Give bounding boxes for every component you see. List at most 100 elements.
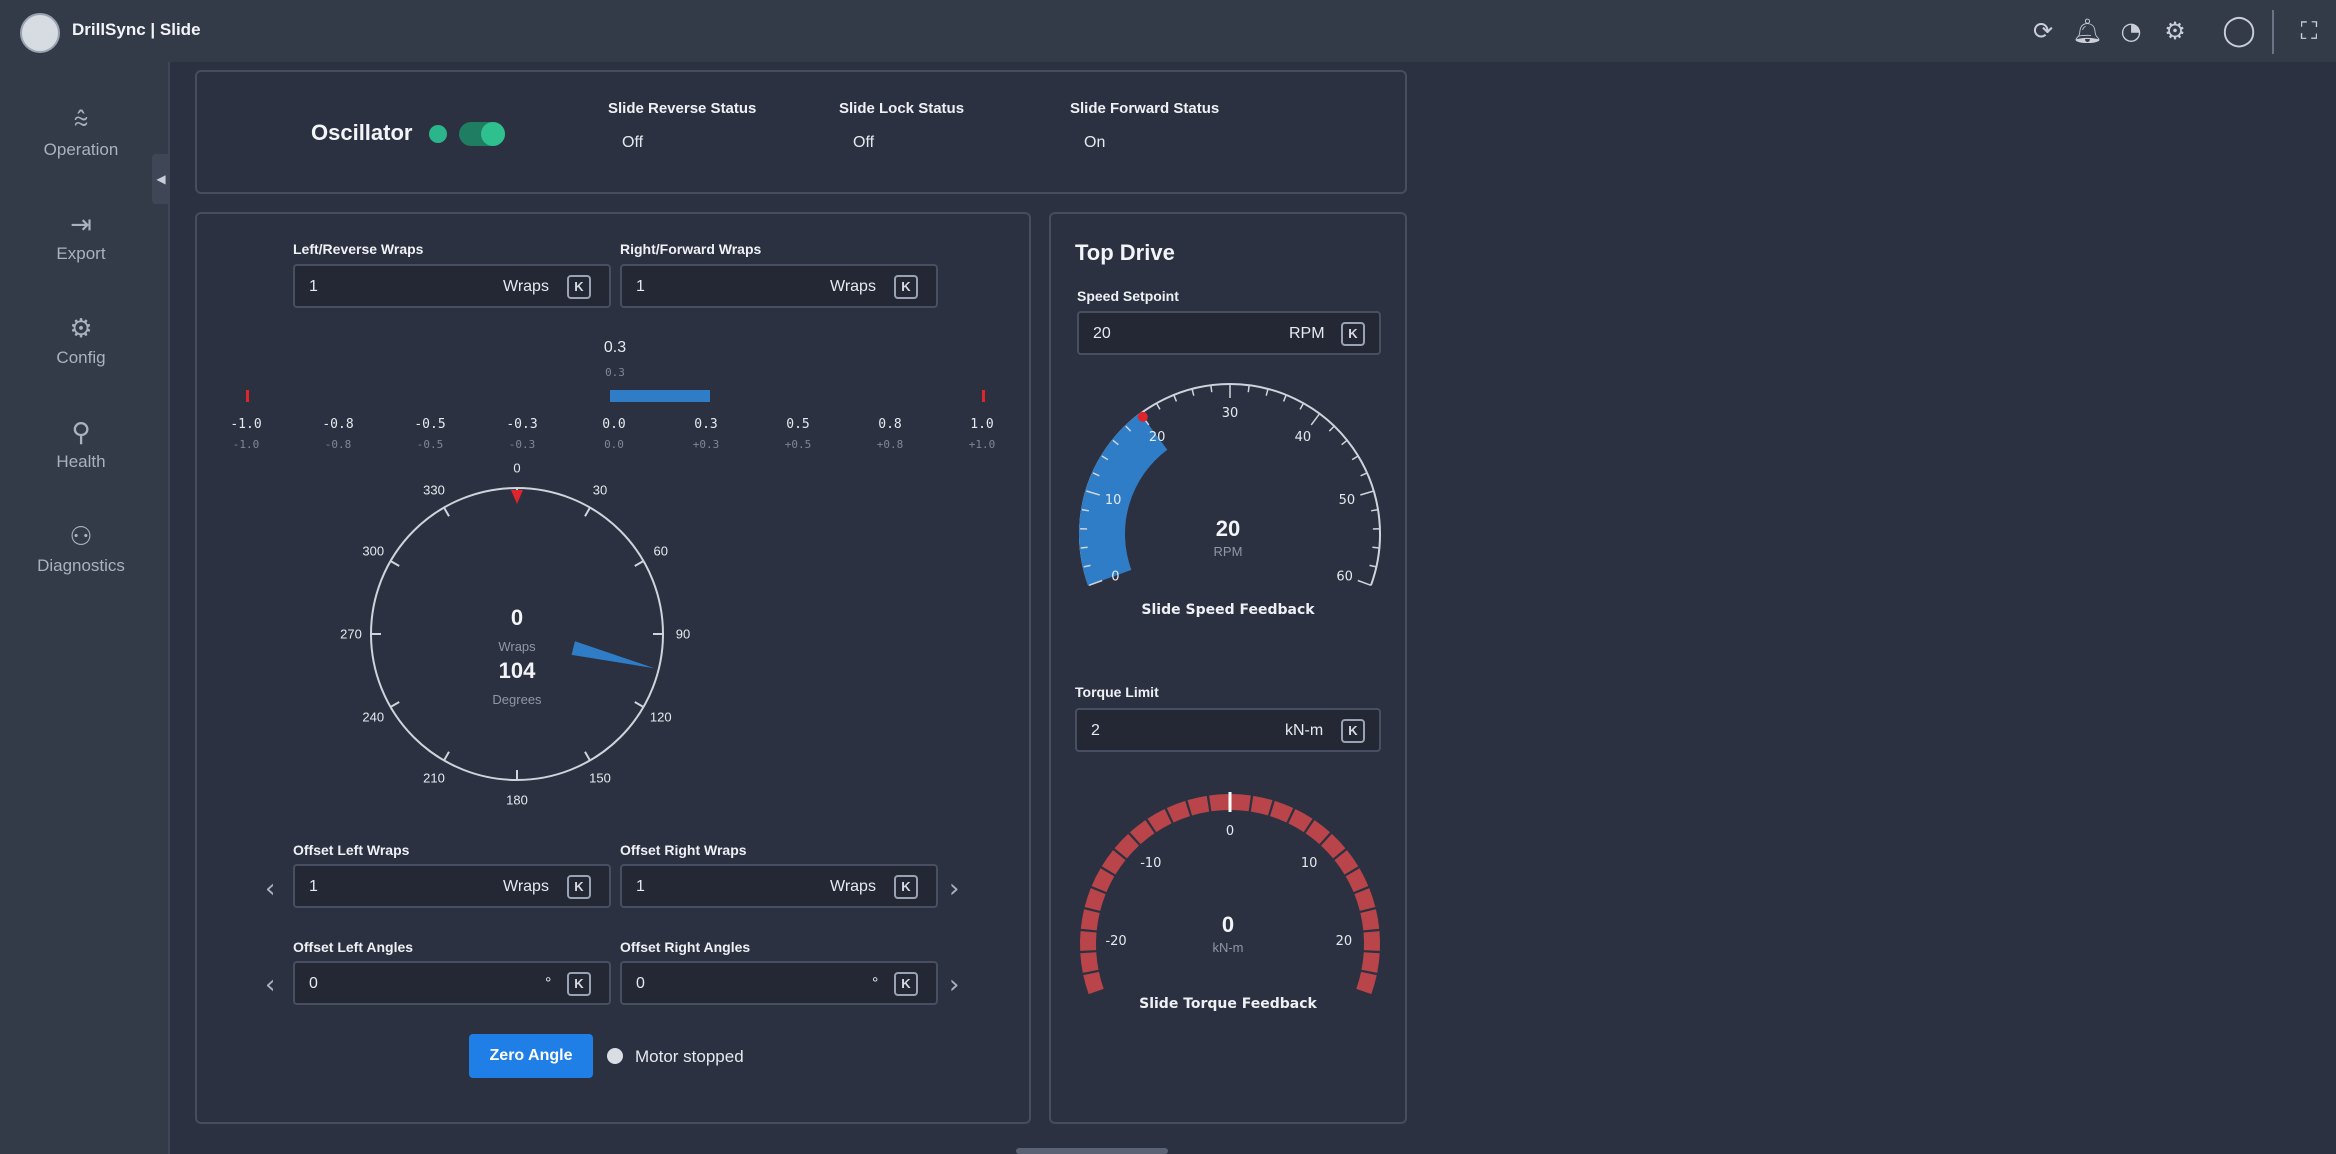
scale-tick-label: 0.3 bbox=[694, 417, 718, 432]
slide-reverse-status-label: Slide Reverse Status bbox=[608, 100, 757, 117]
chevron-left-icon[interactable]: ‹ bbox=[265, 874, 275, 904]
keyboard-icon[interactable]: K bbox=[567, 875, 591, 899]
speed-gauge-tick bbox=[1210, 385, 1213, 393]
gauge-icon[interactable]: ◔ bbox=[2116, 16, 2146, 46]
offset-right-angles-field[interactable]: 0 ° K bbox=[620, 961, 938, 1005]
speed-setpoint-label: Speed Setpoint bbox=[1077, 288, 1179, 304]
dial-tick-label: 90 bbox=[675, 626, 691, 642]
dial-tick-label: 120 bbox=[649, 709, 672, 725]
torque-gauge-segment bbox=[1101, 850, 1126, 875]
speed-gauge-value: 20 bbox=[1215, 516, 1241, 541]
speed-gauge-tick bbox=[1351, 455, 1359, 461]
oscillator-title: Oscillator bbox=[311, 120, 413, 145]
motor-status-indicator bbox=[607, 1048, 623, 1064]
torque-gauge-segment bbox=[1345, 868, 1369, 893]
speed-gauge-caption: Slide Speed Feedback bbox=[1141, 602, 1315, 618]
fullscreen-icon[interactable]: ⛶ bbox=[2294, 16, 2324, 46]
chevron-right-icon[interactable]: › bbox=[949, 874, 959, 904]
wraps-progress-bar bbox=[610, 390, 710, 402]
offset-left-angles-field[interactable]: 0 ° K bbox=[293, 961, 611, 1005]
dial-tick bbox=[584, 751, 591, 761]
field-value: 20 bbox=[1093, 325, 1111, 342]
sidebar-item-operation[interactable]: ⩯ Operation bbox=[0, 104, 162, 184]
speed-gauge-tick bbox=[1247, 385, 1250, 393]
left-reverse-wraps-field[interactable]: 1 Wraps K bbox=[293, 264, 611, 308]
user-icon[interactable]: ◯ bbox=[2221, 16, 2257, 46]
sidebar-item-label: Diagnostics bbox=[37, 556, 125, 575]
dial-tick-label: 0 bbox=[513, 460, 521, 476]
top-drive-panel: Top Drive Speed Setpoint 20 RPM K 0 10 20 3… bbox=[1049, 212, 1407, 1124]
torque-gauge-tick-label: 0 bbox=[1226, 824, 1234, 839]
torque-gauge-segment bbox=[1356, 971, 1377, 995]
dial-tick-label: 300 bbox=[362, 543, 385, 559]
horizontal-scrollbar[interactable] bbox=[1016, 1148, 1168, 1154]
sidebar-item-health[interactable]: ⚲ Health bbox=[0, 416, 162, 496]
keyboard-icon[interactable]: K bbox=[567, 275, 591, 299]
sidebar-item-config[interactable]: ⚙ Config bbox=[0, 312, 162, 392]
dial-degrees-value: 104 bbox=[498, 658, 536, 683]
scale-tick-sublabel: -0.5 bbox=[416, 438, 444, 451]
sidebar-item-label: Export bbox=[56, 244, 106, 263]
torque-gauge-segment bbox=[1269, 800, 1294, 823]
scale-tick-label: 0.0 bbox=[602, 417, 626, 432]
torque-gauge-segment bbox=[1320, 833, 1346, 859]
keyboard-icon[interactable]: K bbox=[894, 275, 918, 299]
speed-gauge-tick bbox=[1360, 472, 1368, 477]
offset-left-wraps-label: Offset Left Wraps bbox=[293, 842, 410, 858]
scale-tick-sublabel: -1.0 bbox=[232, 438, 260, 451]
keyboard-icon[interactable]: K bbox=[894, 875, 918, 899]
torque-gauge-segment bbox=[1288, 809, 1313, 833]
oscillator-toggle[interactable] bbox=[459, 122, 505, 146]
speed-setpoint-marker bbox=[1137, 411, 1148, 422]
speed-gauge-tick bbox=[1328, 425, 1335, 432]
speed-gauge-tick-label: 30 bbox=[1222, 406, 1239, 421]
diagnostics-icon: ⚇ bbox=[69, 522, 93, 552]
offset-left-wraps-field[interactable]: 1 Wraps K bbox=[293, 864, 611, 908]
torque-limit-field[interactable]: 2 kN-m K bbox=[1075, 708, 1381, 752]
chevron-right-icon[interactable]: › bbox=[949, 970, 959, 1000]
scale-tick-sublabel: +0.3 bbox=[692, 438, 720, 451]
torque-gauge-segment bbox=[1091, 868, 1115, 893]
speed-gauge-tick-label: 20 bbox=[1149, 430, 1166, 445]
scale-tick-sublabel: 0.0 bbox=[604, 438, 624, 451]
dial-tick bbox=[584, 507, 591, 517]
sidebar: ◀ ⩯ Operation ⇥ Export ⚙ Config ⚲ Health… bbox=[0, 62, 170, 1154]
zero-angle-button[interactable]: Zero Angle bbox=[469, 1034, 593, 1078]
dial-wraps-value: 0 bbox=[510, 605, 524, 630]
dial-tick-label: 150 bbox=[589, 770, 611, 786]
speed-setpoint-field[interactable]: 20 RPM K bbox=[1077, 311, 1381, 355]
field-value: 0 bbox=[636, 975, 645, 992]
torque-gauge-segment bbox=[1166, 800, 1191, 823]
keyboard-icon[interactable]: K bbox=[894, 972, 918, 996]
left-limit-marker bbox=[246, 390, 249, 402]
chevron-left-icon[interactable]: ‹ bbox=[265, 970, 275, 1000]
keyboard-icon[interactable]: K bbox=[1341, 719, 1365, 743]
sidebar-item-label: Config bbox=[56, 348, 106, 367]
bell-icon[interactable]: 🔔︎ bbox=[2072, 16, 2102, 46]
right-forward-wraps-field[interactable]: 1 Wraps K bbox=[620, 264, 938, 308]
speed-gauge-tick bbox=[1310, 413, 1321, 426]
scale-tick-sublabel: +1.0 bbox=[968, 438, 996, 451]
offset-right-wraps-field[interactable]: 1 Wraps K bbox=[620, 864, 938, 908]
speed-gauge-tick-label: 50 bbox=[1339, 493, 1356, 508]
speed-gauge-tick bbox=[1341, 439, 1348, 446]
keyboard-icon[interactable]: K bbox=[1341, 322, 1365, 346]
keyboard-icon[interactable]: K bbox=[567, 972, 591, 996]
torque-gauge-segment bbox=[1230, 794, 1251, 812]
divider bbox=[2272, 10, 2274, 54]
torque-gauge-unit: kN-m bbox=[1212, 940, 1244, 955]
oscillator-status-indicator bbox=[429, 125, 447, 143]
sidebar-item-diagnostics[interactable]: ⚇ Diagnostics bbox=[0, 520, 162, 600]
dial-tick bbox=[443, 751, 450, 761]
speed-gauge-tick-label: 0 bbox=[1111, 570, 1119, 585]
dial-tick-label: 270 bbox=[340, 626, 362, 642]
bar-value: 0.3 bbox=[603, 339, 627, 356]
refresh-icon[interactable]: ⟳ bbox=[2028, 16, 2058, 46]
field-value: 1 bbox=[636, 278, 645, 295]
speed-gauge-tick bbox=[1173, 394, 1178, 402]
gear-icon[interactable]: ⚙ bbox=[2160, 16, 2190, 46]
dial-tick bbox=[634, 560, 644, 567]
sidebar-item-export[interactable]: ⇥ Export bbox=[0, 208, 162, 288]
slide-lock-status-value: Off bbox=[853, 134, 875, 151]
speed-gauge-tick bbox=[1299, 402, 1305, 410]
